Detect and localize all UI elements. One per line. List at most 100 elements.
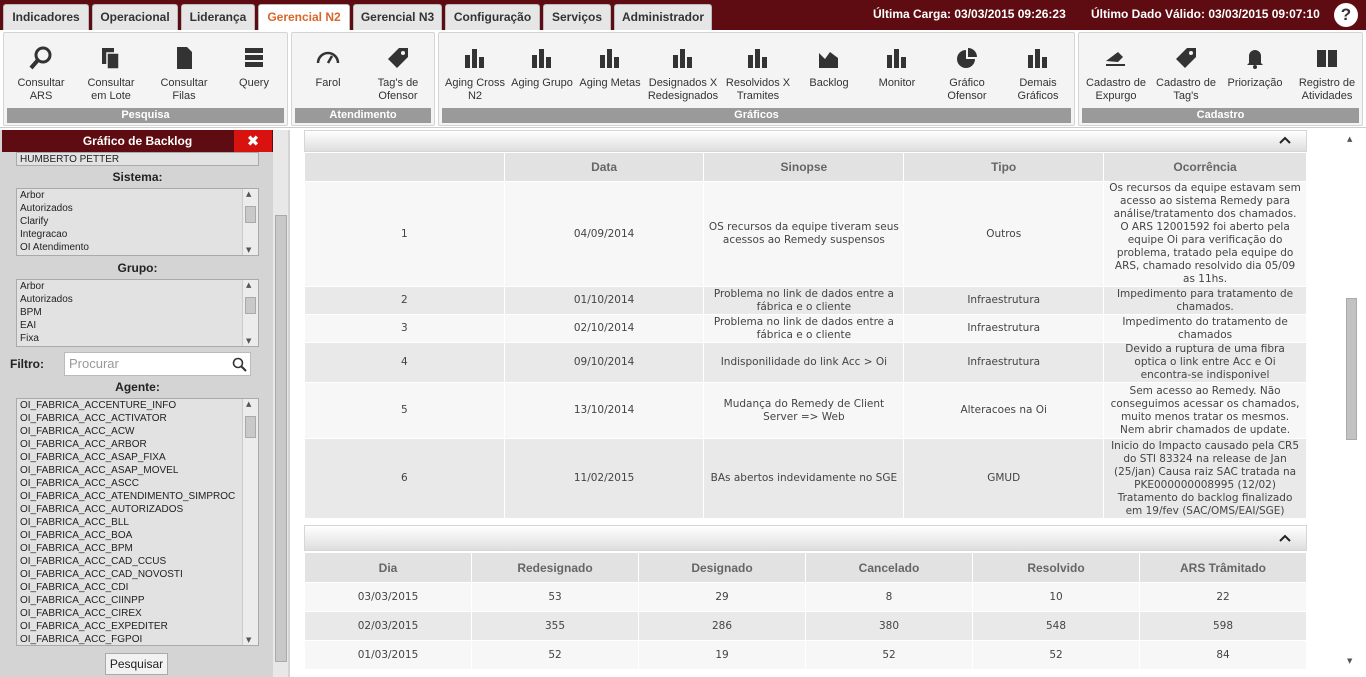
column-header[interactable] bbox=[304, 152, 505, 182]
table-row[interactable]: 1 04/09/2014 OS recursos da equipe tiveram… bbox=[304, 181, 1307, 287]
filtro-label: Filtro: bbox=[10, 357, 44, 371]
help-icon[interactable]: ? bbox=[1334, 3, 1358, 27]
backlog-button[interactable]: Backlog bbox=[797, 41, 861, 90]
search-icon[interactable] bbox=[232, 357, 247, 372]
column-header[interactable]: Redesignado bbox=[471, 552, 639, 583]
column-header[interactable]: Designado bbox=[638, 552, 806, 583]
consultar-ars-button[interactable]: Consultar ARS bbox=[6, 41, 76, 103]
column-header[interactable]: Cancelado bbox=[805, 552, 973, 583]
registro-de-atividades-button[interactable]: Registro de Atividades bbox=[1291, 41, 1363, 103]
grafico-ofensor-button[interactable]: Gráfico Ofensor bbox=[935, 41, 999, 103]
list-item[interactable]: OI_FABRICA_ACC_ASAP_MOVEL bbox=[17, 464, 258, 477]
list-item[interactable]: OI_FABRICA_ACC_CIINPP bbox=[17, 594, 258, 607]
column-header[interactable]: Data bbox=[503, 152, 705, 182]
tab-operacional[interactable]: Operacional bbox=[92, 4, 178, 30]
list-item[interactable]: OI_FABRICA_ACC_FGPOI bbox=[17, 633, 258, 645]
list-item[interactable]: OI_FABRICA_ACC_CDI bbox=[17, 581, 258, 594]
aging-cross-n2-button[interactable]: Aging Cross N2 bbox=[441, 41, 509, 103]
column-header[interactable]: Tipo bbox=[903, 152, 1105, 182]
aging-grupo-button[interactable]: Aging Grupo bbox=[511, 41, 573, 90]
sistema-listbox[interactable]: Arbor Autorizados Clarify Integracao OI … bbox=[16, 188, 259, 256]
list-item[interactable]: Arbor bbox=[17, 189, 258, 202]
chevron-up-icon[interactable] bbox=[1278, 531, 1292, 545]
list-item[interactable]: Autorizados bbox=[17, 202, 258, 215]
group-atendimento: Farol Tag's de Ofensor Atendimento bbox=[291, 32, 435, 126]
table-row[interactable]: 4 09/10/2014 Indisponilidade do link Acc >… bbox=[304, 342, 1307, 383]
list-item[interactable]: Autorizados bbox=[17, 293, 258, 306]
column-header[interactable]: ARS Trâmitado bbox=[1139, 552, 1307, 583]
scrollbar[interactable]: ▲ ▼ bbox=[242, 399, 258, 645]
list-item[interactable]: OI Atendimento bbox=[17, 241, 258, 254]
resolvidos-x-tramites-button[interactable]: Resolvidos X Tramites bbox=[723, 41, 793, 103]
column-header[interactable]: Sinopse bbox=[703, 152, 905, 182]
cadastro-de-tags-button[interactable]: Cadastro de Tag's bbox=[1151, 41, 1221, 103]
table-cell: 52 bbox=[972, 640, 1140, 670]
search-input[interactable]: Procurar bbox=[64, 352, 251, 376]
table-row[interactable]: 5 13/10/2014 Mudança do Remedy de Client S… bbox=[304, 382, 1307, 439]
scrollbar[interactable]: ▲ ▼ bbox=[242, 189, 258, 255]
table-row[interactable]: 02/03/2015 355 286 380 548 598 bbox=[304, 611, 1307, 641]
list-item[interactable]: OI_FABRICA_ACC_BPM bbox=[17, 542, 258, 555]
list-item[interactable]: OI_FABRICA_ACC_BLL bbox=[17, 516, 258, 529]
list-item[interactable]: OI_FABRICA_ACC_CAD_CCUS bbox=[17, 555, 258, 568]
events-panel-header[interactable] bbox=[304, 130, 1307, 152]
tab-servicos[interactable]: Serviços bbox=[543, 4, 611, 30]
list-item[interactable]: OI_FABRICA_ACC_CIREX bbox=[17, 607, 258, 620]
table-row[interactable]: 03/03/2015 53 29 8 10 22 bbox=[304, 582, 1307, 612]
tab-lideranca[interactable]: Liderança bbox=[181, 4, 255, 30]
list-item[interactable]: OI_FABRICA_ACC_AUTORIZADOS bbox=[17, 503, 258, 516]
bar-chart-icon bbox=[865, 41, 929, 77]
table-row[interactable]: 3 02/10/2014 Problema no link de dados ent… bbox=[304, 314, 1307, 343]
designados-x-redesignados-button[interactable]: Designados X Redesignados bbox=[645, 41, 721, 103]
list-item[interactable]: OI_FABRICA_ACC_ACTIVATOR bbox=[17, 412, 258, 425]
list-item[interactable]: Fixa bbox=[17, 332, 258, 345]
priorizacao-button[interactable]: Priorização bbox=[1223, 41, 1287, 90]
tab-gerencial-n3[interactable]: Gerencial N3 bbox=[353, 4, 442, 30]
tab-configuracao[interactable]: Configuração bbox=[445, 4, 540, 30]
farol-button[interactable]: Farol bbox=[296, 41, 360, 90]
table-row[interactable]: 2 01/10/2014 Problema no link de dados ent… bbox=[304, 286, 1307, 315]
cadastro-de-expurgo-button[interactable]: Cadastro de Expurgo bbox=[1081, 41, 1151, 103]
daily-panel-header[interactable] bbox=[304, 525, 1307, 551]
query-button[interactable]: Query bbox=[222, 41, 286, 90]
grupo-listbox[interactable]: Arbor Autorizados BPM EAI Fixa ▲ ▼ bbox=[16, 279, 259, 347]
list-item[interactable]: OI_FABRICA_ACC_ACW bbox=[17, 425, 258, 438]
tags-de-ofensor-button[interactable]: Tag's de Ofensor bbox=[364, 41, 432, 103]
tab-gerencial-n2[interactable]: Gerencial N2 bbox=[258, 4, 350, 30]
aging-cross-n2-label: Aging Cross N2 bbox=[445, 77, 505, 102]
pesquisar-button[interactable]: Pesquisar bbox=[105, 653, 168, 675]
list-item[interactable]: OI_FABRICA_ACC_ARBOR bbox=[17, 438, 258, 451]
aging-metas-button[interactable]: Aging Metas bbox=[579, 41, 641, 90]
list-item[interactable]: BPM bbox=[17, 306, 258, 319]
scrollbar[interactable]: ▲ ▼ bbox=[242, 280, 258, 346]
chevron-up-icon[interactable] bbox=[1278, 133, 1292, 147]
list-item[interactable]: EAI bbox=[17, 319, 258, 332]
top-list[interactable]: HUMBERTO PETTER bbox=[16, 152, 259, 166]
list-item[interactable]: Integracao bbox=[17, 228, 258, 241]
monitor-button[interactable]: Monitor bbox=[865, 41, 929, 90]
agente-listbox[interactable]: OI_FABRICA_ACCENTURE_INFO OI_FABRICA_ACC_… bbox=[16, 398, 259, 646]
list-item[interactable]: Clarify bbox=[17, 215, 258, 228]
tab-indicadores[interactable]: Indicadores bbox=[3, 4, 89, 30]
list-item[interactable]: HUMBERTO PETTER bbox=[17, 153, 258, 165]
list-item[interactable]: OI_FABRICA_ACC_BOA bbox=[17, 529, 258, 542]
demais-graficos-button[interactable]: Demais Gráficos bbox=[1005, 41, 1071, 103]
list-item[interactable]: OI_FABRICA_ACC_ATENDIMENTO_SIMPROC bbox=[17, 490, 258, 503]
main-scrollbar[interactable]: ▲ ▼ bbox=[1344, 130, 1358, 677]
list-item[interactable]: OI_FABRICA_ACCENTURE_INFO bbox=[17, 399, 258, 412]
table-row[interactable]: 6 11/02/2015 BAs abertos indevidamente no … bbox=[304, 438, 1307, 519]
list-item[interactable]: OI_FABRICA_ACC_ASAP_FIXA bbox=[17, 451, 258, 464]
column-header[interactable]: Dia bbox=[304, 552, 472, 583]
column-header[interactable]: Resolvido bbox=[972, 552, 1140, 583]
tab-administrador[interactable]: Administrador bbox=[614, 4, 712, 30]
consultar-filas-button[interactable]: Consultar Filas bbox=[149, 41, 219, 103]
close-icon[interactable]: ✖ bbox=[234, 130, 272, 152]
column-header[interactable]: Ocorrência bbox=[1103, 152, 1307, 182]
list-item[interactable]: Arbor bbox=[17, 280, 258, 293]
panel-scrollbar[interactable] bbox=[273, 130, 288, 677]
list-item[interactable]: OI_FABRICA_ACC_ASCC bbox=[17, 477, 258, 490]
consultar-em-lote-button[interactable]: Consultar em Lote bbox=[80, 41, 142, 103]
list-item[interactable]: OI_FABRICA_ACC_CAD_NOVOSTI bbox=[17, 568, 258, 581]
list-item[interactable]: OI_FABRICA_ACC_EXPEDITER bbox=[17, 620, 258, 633]
table-row[interactable]: 01/03/2015 52 19 52 52 84 bbox=[304, 640, 1307, 670]
